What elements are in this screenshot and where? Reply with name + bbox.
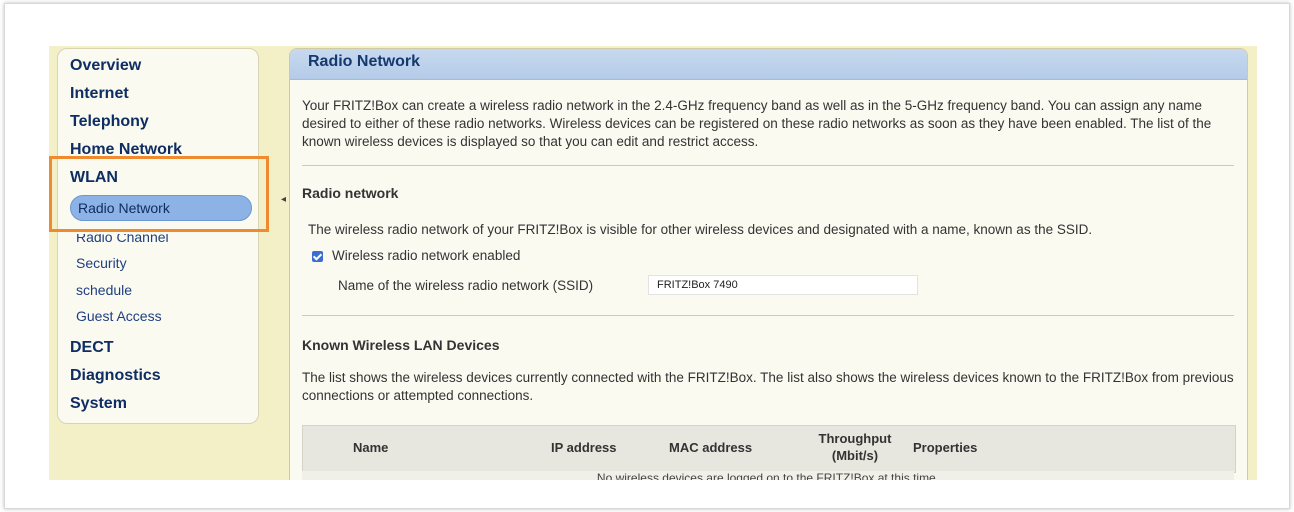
ssid-label: Name of the wireless radio network (SSID… bbox=[338, 278, 594, 293]
known-devices-description: The list shows the wireless devices curr… bbox=[302, 370, 1234, 403]
column-header-mac[interactable]: MAC address bbox=[669, 440, 752, 455]
sidebar-subitem-security[interactable]: Security bbox=[76, 255, 127, 271]
sidebar: Overview Internet Telephony Home Network… bbox=[57, 48, 259, 424]
sidebar-item-overview[interactable]: Overview bbox=[70, 57, 141, 75]
sidebar-item-dect[interactable]: DECT bbox=[70, 339, 114, 357]
divider bbox=[302, 165, 1234, 166]
known-devices-section-title: Known Wireless LAN Devices bbox=[302, 337, 500, 353]
sidebar-item-telephony[interactable]: Telephony bbox=[70, 113, 149, 131]
sidebar-subitem-guest-access[interactable]: Guest Access bbox=[76, 308, 162, 324]
devices-table-header: Name IP address MAC address Throughput (… bbox=[302, 425, 1236, 473]
sidebar-subitem-schedule[interactable]: schedule bbox=[76, 282, 132, 298]
column-header-ip[interactable]: IP address bbox=[551, 440, 617, 455]
ssid-field[interactable] bbox=[648, 275, 918, 295]
wlan-highlight-box bbox=[49, 156, 269, 232]
intro-text: Your FRITZ!Box can create a wireless rad… bbox=[302, 98, 1212, 149]
sidebar-nav: Overview Internet Telephony Home Network… bbox=[58, 49, 258, 423]
radio-network-section-title: Radio network bbox=[302, 185, 399, 201]
wireless-enabled-checkbox[interactable] bbox=[312, 251, 323, 262]
page-title: Radio Network bbox=[308, 53, 421, 70]
empty-message: No wireless devices are logged on to the… bbox=[596, 471, 940, 480]
cursor-marker: ◂ bbox=[281, 194, 287, 205]
column-header-throughput-line2: (Mbit/s) bbox=[831, 448, 879, 463]
column-header-throughput-line1: Throughput bbox=[818, 431, 892, 446]
sidebar-item-system[interactable]: System bbox=[70, 395, 127, 413]
column-header-name[interactable]: Name bbox=[353, 440, 388, 455]
sidebar-item-internet[interactable]: Internet bbox=[70, 85, 129, 103]
radio-network-description: The wireless radio network of your FRITZ… bbox=[308, 222, 1093, 237]
screenshot-frame: Overview Internet Telephony Home Network… bbox=[4, 3, 1290, 509]
devices-table-empty-row: No wireless devices are logged on to the… bbox=[302, 471, 1234, 480]
sidebar-item-diagnostics[interactable]: Diagnostics bbox=[70, 367, 161, 385]
wireless-enabled-label: Wireless radio network enabled bbox=[332, 248, 521, 263]
router-ui: Overview Internet Telephony Home Network… bbox=[49, 46, 1257, 480]
main-panel: Radio Network Your FRITZ!Box can create … bbox=[289, 48, 1248, 480]
divider bbox=[302, 315, 1234, 316]
panel-header: Radio Network bbox=[290, 49, 1247, 80]
column-header-properties[interactable]: Properties bbox=[913, 440, 977, 455]
